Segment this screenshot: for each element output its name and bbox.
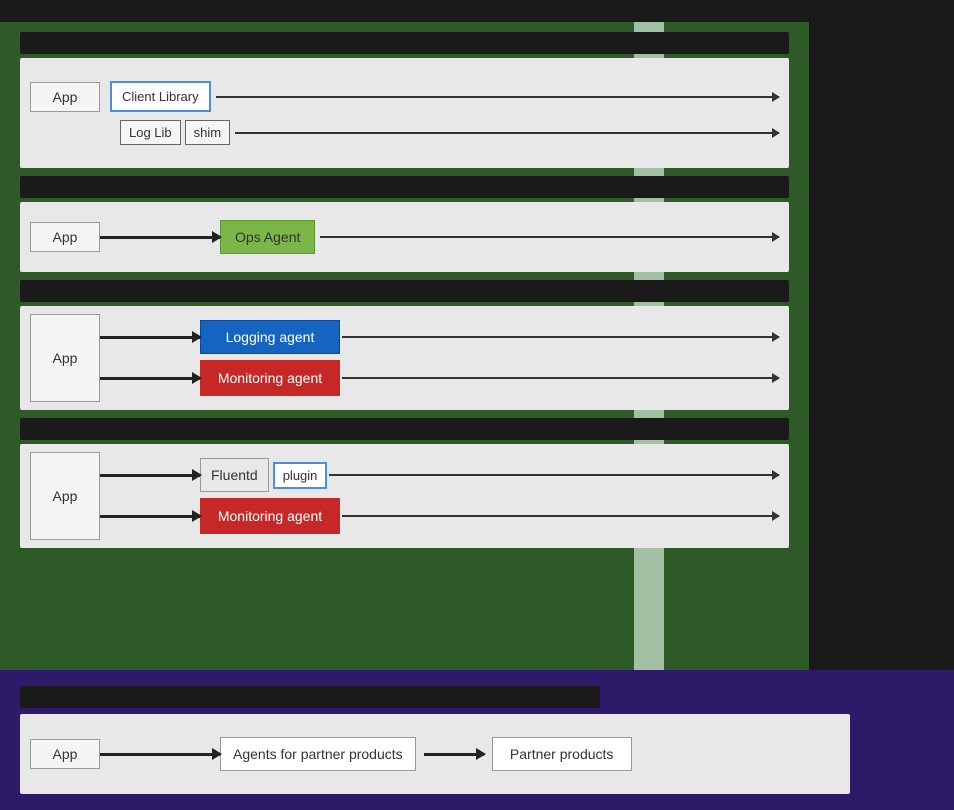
fluentd-dark-line [100, 474, 200, 477]
logging-exit-arrow [342, 336, 779, 338]
logging-agent-row: Logging agent [100, 320, 779, 354]
row1-client-lib-line: App Client Library [30, 81, 779, 112]
row2-header [20, 176, 789, 198]
ops-dark-line [100, 236, 220, 239]
main-content: App Client Library Log Lib shim [0, 22, 954, 670]
app-label-2: App [30, 222, 100, 252]
partner-section-inner: App Agents for partner products Partner … [20, 686, 934, 794]
monitoring-dark-line-2 [100, 515, 200, 518]
app-label-4: App [30, 452, 100, 540]
monitoring-dark-arrow-1 [100, 377, 200, 380]
app-label-3: App [30, 314, 100, 402]
logging-dark-line [100, 336, 200, 339]
fluentd-dark-arrow [100, 474, 200, 477]
row1-header [20, 32, 789, 54]
green-section: App Client Library Log Lib shim [0, 22, 809, 670]
monitoring-agent-box-1: Monitoring agent [200, 360, 340, 396]
row1-loglib-line: Log Lib shim [30, 120, 779, 145]
monitoring-exit-arrow-1 [342, 377, 779, 379]
partner-row-header [20, 686, 600, 708]
app-label-1: App [30, 82, 100, 112]
agents-partner-box: Agents for partner products [220, 737, 416, 771]
row3-body: App Logging agent [20, 306, 789, 410]
monitoring-dark-arrow-2 [100, 515, 200, 518]
logging-agent-box: Logging agent [200, 320, 340, 354]
shim-box: shim [185, 120, 230, 145]
client-library-box: Client Library [110, 81, 211, 112]
plugin-box: plugin [273, 462, 328, 489]
monitoring-exit-arrow-2 [342, 515, 779, 517]
fluentd-exit-arrow [329, 474, 779, 476]
client-library-section: App Client Library Log Lib shim [20, 32, 789, 168]
partner-app-label: App [30, 739, 100, 769]
fluentd-row: Fluentd plugin [100, 458, 779, 492]
fluentd-box: Fluentd [200, 458, 269, 492]
ops-exit-arrow [320, 236, 779, 238]
ops-agent-section: App Ops Agent [20, 176, 789, 272]
row2-body: App Ops Agent [20, 202, 789, 272]
partner-products-box: Partner products [492, 737, 632, 771]
monitoring-agent-row-1: Monitoring agent [100, 360, 779, 396]
right-panel [809, 22, 954, 670]
partner-body: App Agents for partner products Partner … [20, 714, 850, 794]
top-bar [0, 0, 954, 22]
monitoring-dark-line-1 [100, 377, 200, 380]
row1-body: App Client Library Log Lib shim [20, 58, 789, 168]
monitoring-agent-box-2: Monitoring agent [200, 498, 340, 534]
logging-dark-arrow [100, 336, 200, 339]
partner-middle-arrow [424, 753, 484, 756]
partner-section: App Agents for partner products Partner … [0, 670, 954, 810]
monitoring-agent-row-2: Monitoring agent [100, 498, 779, 534]
loglib-shim-group: Log Lib shim [120, 120, 230, 145]
partner-middle-line [424, 753, 484, 756]
client-lib-arrow [216, 96, 779, 98]
row3-header [20, 280, 789, 302]
row4-header [20, 418, 789, 440]
fluentd-section: App Fluentd plugin [20, 418, 789, 548]
log-lib-box: Log Lib [120, 120, 181, 145]
row4-body: App Fluentd plugin [20, 444, 789, 548]
partner-dark-line [100, 753, 220, 756]
logging-monitoring-section: App Logging agent [20, 280, 789, 410]
loglib-arrow [235, 132, 779, 134]
partner-dark-arrow [100, 753, 220, 756]
ops-arrow [100, 236, 220, 239]
ops-agent-box: Ops Agent [220, 220, 315, 254]
